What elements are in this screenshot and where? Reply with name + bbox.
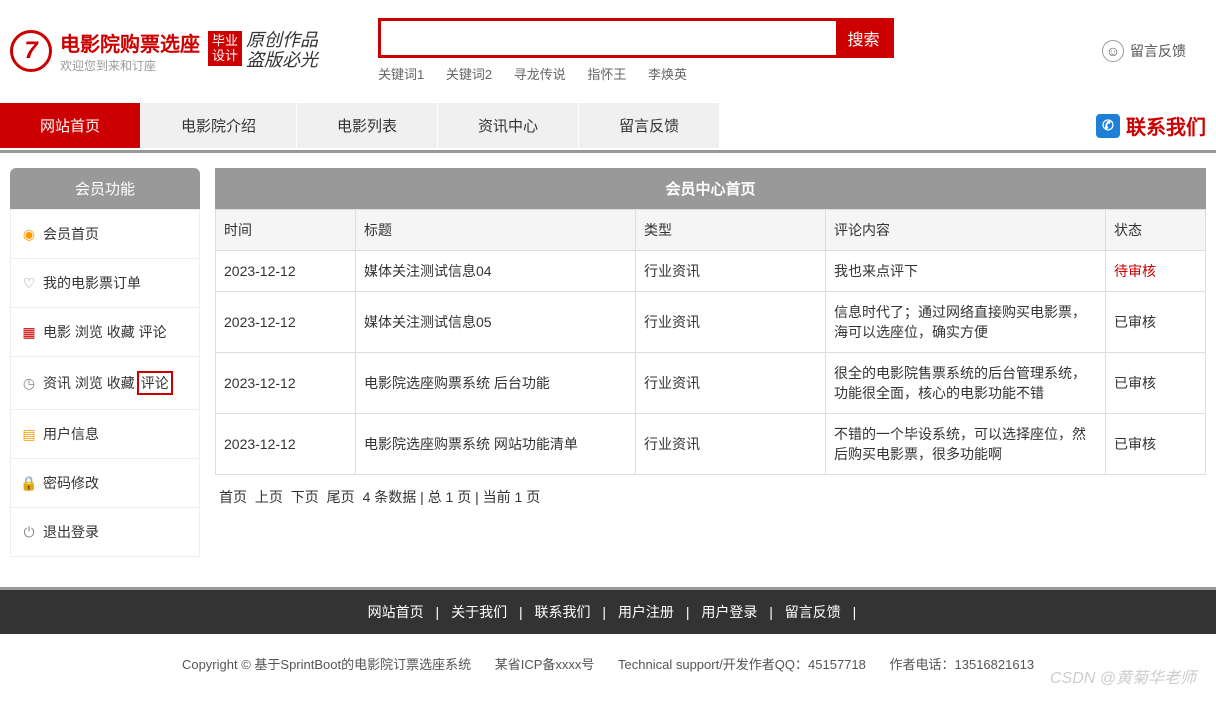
keyword-link[interactable]: 寻龙传说 xyxy=(514,67,566,82)
sidebar-item-movie[interactable]: ▦ 电影 浏览 收藏 评论 xyxy=(11,308,199,357)
ticket-icon: ♡ xyxy=(21,275,37,291)
brand-subtitle: 欢迎您到来和订座 xyxy=(60,57,200,74)
table-row: 2023-12-12 媒体关注测试信息05 行业资讯 信息时代了；通过网络直接购… xyxy=(216,292,1206,353)
cell-status: 待审核 xyxy=(1106,251,1206,292)
sidebar-item-news[interactable]: ◷ 资讯 浏览 收藏 评论 xyxy=(11,357,199,410)
brand-title: 电影院购票选座 xyxy=(60,28,200,57)
user-icon: ▤ xyxy=(21,426,37,442)
clock-icon: ◷ xyxy=(21,375,37,391)
col-content: 评论内容 xyxy=(826,210,1106,251)
page-info: 4 条数据 | 总 1 页 | 当前 1 页 xyxy=(363,489,541,505)
cell-type: 行业资讯 xyxy=(636,251,826,292)
pagination: 首页 上页 下页 尾页 4 条数据 | 总 1 页 | 当前 1 页 xyxy=(215,475,1206,519)
nav-movies[interactable]: 电影列表 xyxy=(297,103,438,148)
page-next[interactable]: 下页 xyxy=(291,489,319,505)
cell-content: 我也来点评下 xyxy=(826,251,1106,292)
logo-icon: 7 xyxy=(24,37,37,65)
watermark: CSDN @黄菊华老师 xyxy=(1050,664,1196,688)
cell-type: 行业资讯 xyxy=(636,353,826,414)
cell-type: 行业资讯 xyxy=(636,292,826,353)
footer-link[interactable]: 用户登录 xyxy=(701,604,757,620)
cell-time: 2023-12-12 xyxy=(216,353,356,414)
footer-link[interactable]: 关于我们 xyxy=(451,604,507,620)
col-title: 标题 xyxy=(356,210,636,251)
comments-table: 时间 标题 类型 评论内容 状态 2023-12-12 媒体关注测试信息04 行… xyxy=(215,209,1206,475)
search-button[interactable]: 搜索 xyxy=(836,21,891,55)
cell-content: 很全的电影院售票系统的后台管理系统，功能很全面，核心的电影功能不错 xyxy=(826,353,1106,414)
cell-status: 已审核 xyxy=(1106,353,1206,414)
highlight-comment[interactable]: 评论 xyxy=(137,371,173,395)
main-nav: 网站首页 电影院介绍 电影列表 资讯中心 留言反馈 ✆ 联系我们 xyxy=(0,103,1216,148)
sidebar-item-orders[interactable]: ♡ 我的电影票订单 xyxy=(11,259,199,308)
cell-time: 2023-12-12 xyxy=(216,414,356,475)
sidebar-item-logout[interactable]: ⏻ 退出登录 xyxy=(11,508,199,556)
footer-link[interactable]: 网站首页 xyxy=(368,604,424,620)
film-icon: ▦ xyxy=(21,324,37,340)
page-prev[interactable]: 上页 xyxy=(255,489,283,505)
keyword-link[interactable]: 关键词1 xyxy=(378,67,424,82)
search-input[interactable] xyxy=(381,21,836,55)
footer-link[interactable]: 留言反馈 xyxy=(785,604,841,620)
main-panel: 会员中心首页 时间 标题 类型 评论内容 状态 2023-12-12 媒体关注测… xyxy=(215,168,1206,557)
contact-us[interactable]: ✆ 联系我们 xyxy=(1096,103,1216,148)
feedback-link[interactable]: ☺ 留言反馈 xyxy=(1102,40,1186,62)
table-row: 2023-12-12 媒体关注测试信息04 行业资讯 我也来点评下 待审核 xyxy=(216,251,1206,292)
table-row: 2023-12-12 电影院选座购票系统 网站功能清单 行业资讯 不错的一个毕设… xyxy=(216,414,1206,475)
nav-news[interactable]: 资讯中心 xyxy=(438,103,579,148)
cell-time: 2023-12-12 xyxy=(216,292,356,353)
search-box: 搜索 xyxy=(378,18,894,58)
keyword-link[interactable]: 指怀王 xyxy=(587,67,626,82)
col-status: 状态 xyxy=(1106,210,1206,251)
nav-cinema[interactable]: 电影院介绍 xyxy=(141,103,297,148)
cell-status: 已审核 xyxy=(1106,292,1206,353)
cell-title: 媒体关注测试信息04 xyxy=(356,251,636,292)
col-type: 类型 xyxy=(636,210,826,251)
phone-icon: ✆ xyxy=(1096,114,1120,138)
slogan-script: 原创作品 盗版必光 xyxy=(246,31,318,71)
cell-title: 媒体关注测试信息05 xyxy=(356,292,636,353)
slogan-badge: 毕业设计 xyxy=(208,31,242,66)
col-time: 时间 xyxy=(216,210,356,251)
logo[interactable]: 7 电影院购票选座 欢迎您到来和订座 毕业设计 原创作品 盗版必光 xyxy=(10,28,318,74)
page-first[interactable]: 首页 xyxy=(219,489,247,505)
keyword-link[interactable]: 关键词2 xyxy=(446,67,492,82)
footer-info: Copyright © 基于SprintBoot的电影院订票选座系统 某省ICP… xyxy=(0,634,1216,693)
cell-title: 电影院选座购票系统 后台功能 xyxy=(356,353,636,414)
main-title: 会员中心首页 xyxy=(215,168,1206,209)
cell-content: 信息时代了；通过网络直接购买电影票，海可以选座位，确实方便 xyxy=(826,292,1106,353)
footer-link[interactable]: 用户注册 xyxy=(618,604,674,620)
cell-status: 已审核 xyxy=(1106,414,1206,475)
sidebar-title: 会员功能 xyxy=(10,168,200,209)
power-icon: ⏻ xyxy=(21,524,37,540)
cell-title: 电影院选座购票系统 网站功能清单 xyxy=(356,414,636,475)
lock-icon: 🔒 xyxy=(21,475,37,491)
sidebar-item-user[interactable]: ▤ 用户信息 xyxy=(11,410,199,459)
keyword-link[interactable]: 李焕英 xyxy=(648,67,687,82)
sidebar-item-password[interactable]: 🔒 密码修改 xyxy=(11,459,199,508)
sidebar-item-home[interactable]: ◉ 会员首页 xyxy=(11,210,199,259)
headset-icon: ☺ xyxy=(1102,40,1124,62)
cell-content: 不错的一个毕设系统，可以选择座位，然后购买电影票，很多功能啊 xyxy=(826,414,1106,475)
page-last[interactable]: 尾页 xyxy=(327,489,355,505)
table-row: 2023-12-12 电影院选座购票系统 后台功能 行业资讯 很全的电影院售票系… xyxy=(216,353,1206,414)
home-icon: ◉ xyxy=(21,226,37,242)
footer-nav: 网站首页 | 关于我们 | 联系我们 | 用户注册 | 用户登录 | 留言反馈 … xyxy=(0,590,1216,634)
nav-home[interactable]: 网站首页 xyxy=(0,103,141,148)
cell-type: 行业资讯 xyxy=(636,414,826,475)
keywords: 关键词1 关键词2 寻龙传说 指怀王 李焕英 xyxy=(378,64,894,83)
cell-time: 2023-12-12 xyxy=(216,251,356,292)
footer-link[interactable]: 联系我们 xyxy=(535,604,591,620)
sidebar: 会员功能 ◉ 会员首页 ♡ 我的电影票订单 ▦ 电影 浏览 收藏 评论 ◷ 资 xyxy=(10,168,200,557)
nav-feedback[interactable]: 留言反馈 xyxy=(579,103,720,148)
